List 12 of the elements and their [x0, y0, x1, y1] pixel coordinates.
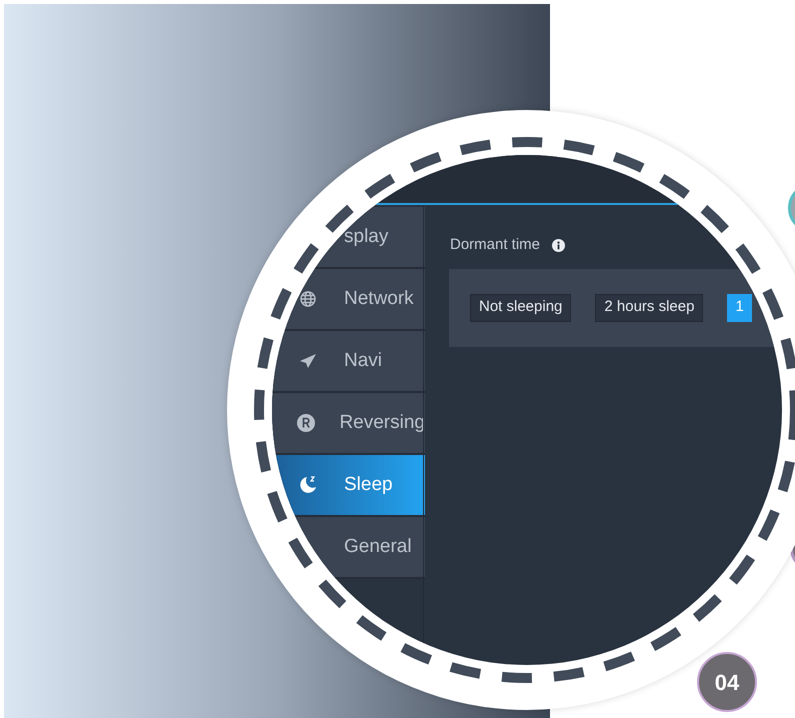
sidebar-item[interactable]: Reversing — [272, 393, 425, 455]
option-button[interactable]: 1 — [727, 294, 752, 322]
sidebar-item[interactable]: Navi — [272, 331, 425, 393]
letter-r-circle-icon — [296, 414, 315, 432]
option-button[interactable]: 2 hours sleep — [595, 294, 704, 322]
moon-icon — [298, 475, 318, 495]
info-icon — [552, 238, 566, 252]
option-button[interactable]: Not sleeping — [470, 294, 572, 322]
page-number-badge: 04 — [697, 652, 757, 712]
setting-label: Dormant time — [450, 235, 540, 255]
paper-plane-icon — [299, 353, 317, 369]
globe-icon — [300, 291, 316, 307]
